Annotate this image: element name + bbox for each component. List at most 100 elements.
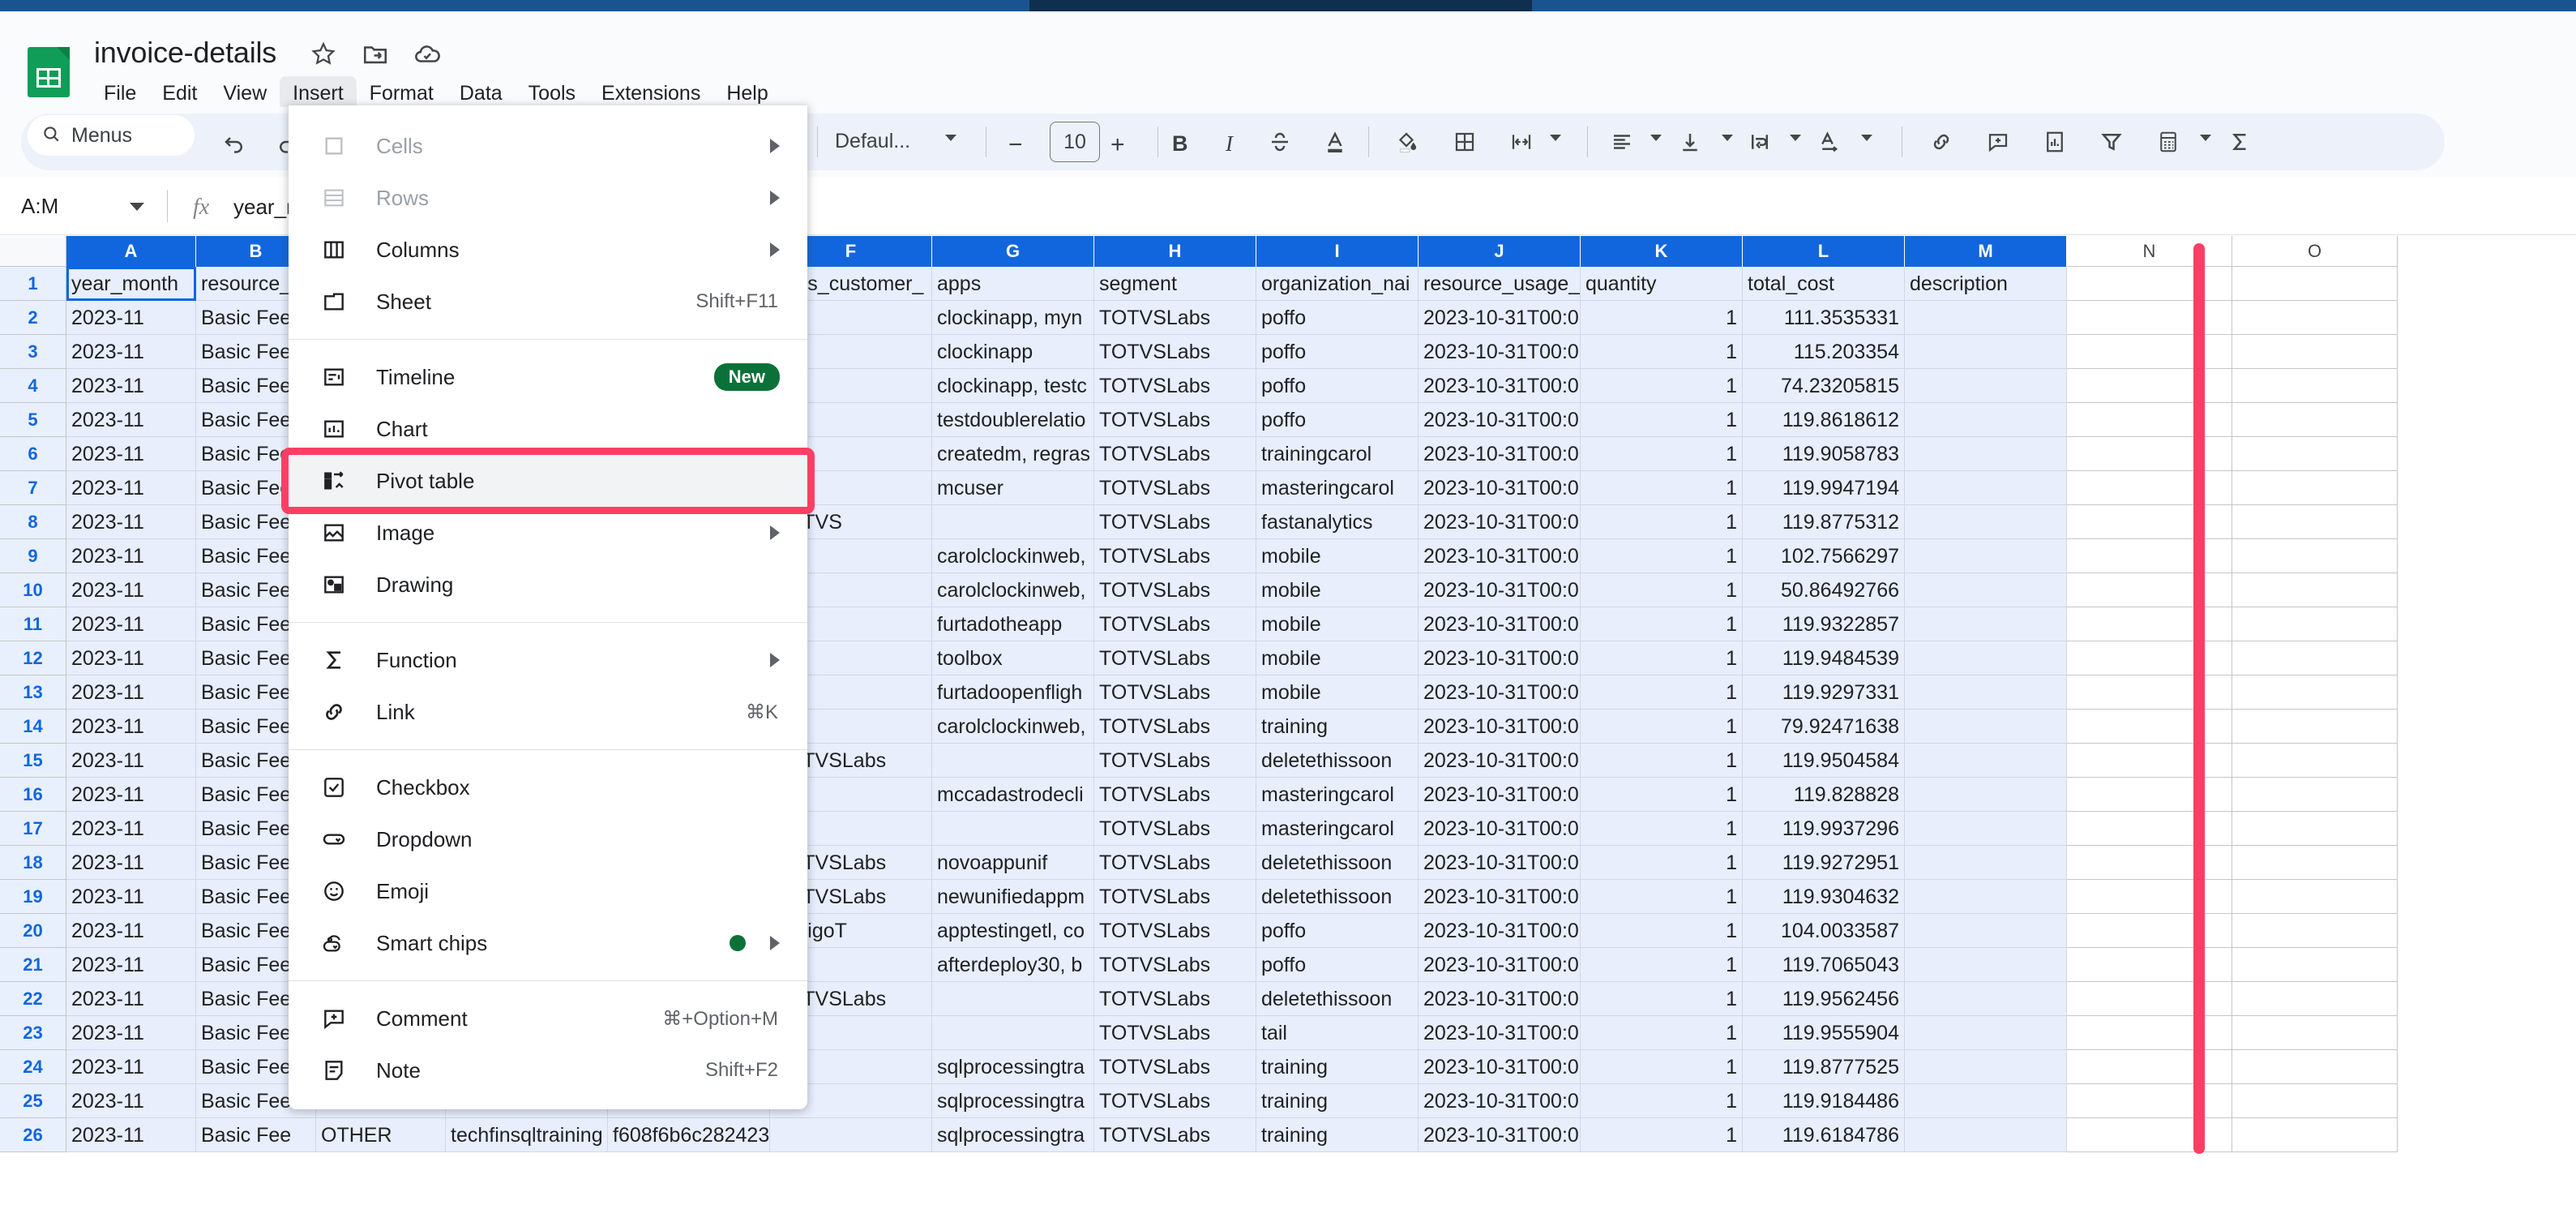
- cell-j23[interactable]: 2023-10-31T00:0: [1419, 1016, 1581, 1050]
- cell-k4[interactable]: 1: [1581, 369, 1743, 403]
- cell-m17[interactable]: [1905, 812, 2067, 846]
- row-header[interactable]: 6: [0, 437, 66, 471]
- cell-j18[interactable]: 2023-10-31T00:0: [1419, 846, 1581, 880]
- cell-k1[interactable]: quantity: [1581, 267, 1743, 301]
- cell-k20[interactable]: 1: [1581, 914, 1743, 948]
- cell-a20[interactable]: 2023-11: [66, 914, 196, 948]
- cell-m16[interactable]: [1905, 778, 2067, 812]
- wrap-chevron-down-icon[interactable]: [1790, 135, 1801, 141]
- menu-item-smart-chips[interactable]: Smart chips: [289, 917, 807, 969]
- cell-j5[interactable]: 2023-10-31T00:0: [1419, 403, 1581, 437]
- column-header-g[interactable]: G: [932, 236, 1094, 267]
- cell-l24[interactable]: 119.8777525: [1743, 1050, 1905, 1084]
- cell-g4[interactable]: clockinapp, testc: [932, 369, 1094, 403]
- cell-a22[interactable]: 2023-11: [66, 982, 196, 1016]
- row-header[interactable]: 12: [0, 641, 66, 675]
- cell-i11[interactable]: mobile: [1256, 607, 1419, 641]
- cell-n25[interactable]: [2067, 1084, 2232, 1118]
- column-header-n[interactable]: N: [2067, 236, 2232, 267]
- cell-l5[interactable]: 119.8618612: [1743, 403, 1905, 437]
- cell-n14[interactable]: [2067, 710, 2232, 744]
- star-icon[interactable]: [310, 41, 337, 68]
- cell-o20[interactable]: [2232, 914, 2398, 948]
- cell-h22[interactable]: TOTVSLabs: [1094, 982, 1256, 1016]
- cell-l6[interactable]: 119.9058783: [1743, 437, 1905, 471]
- cell-h19[interactable]: TOTVSLabs: [1094, 880, 1256, 914]
- cell-a23[interactable]: 2023-11: [66, 1016, 196, 1050]
- cell-j14[interactable]: 2023-10-31T00:0: [1419, 710, 1581, 744]
- cell-h12[interactable]: TOTVSLabs: [1094, 641, 1256, 675]
- cell-j3[interactable]: 2023-10-31T00:0: [1419, 335, 1581, 369]
- row-header[interactable]: 13: [0, 675, 66, 710]
- cell-f26[interactable]: [770, 1118, 932, 1152]
- cell-k10[interactable]: 1: [1581, 573, 1743, 607]
- cell-g22[interactable]: [932, 982, 1094, 1016]
- row-header[interactable]: 9: [0, 539, 66, 573]
- create-filter-icon[interactable]: [2093, 123, 2130, 161]
- cell-i7[interactable]: masteringcarol: [1256, 471, 1419, 505]
- cell-h15[interactable]: TOTVSLabs: [1094, 744, 1256, 778]
- cell-l3[interactable]: 115.203354: [1743, 335, 1905, 369]
- cell-h20[interactable]: TOTVSLabs: [1094, 914, 1256, 948]
- insert-link-icon[interactable]: [1923, 123, 1960, 161]
- cell-k18[interactable]: 1: [1581, 846, 1743, 880]
- name-box[interactable]: A:M: [21, 188, 151, 224]
- row-header[interactable]: 20: [0, 914, 66, 948]
- decrease-font-size-button[interactable]: −: [1008, 131, 1023, 159]
- cell-m5[interactable]: [1905, 403, 2067, 437]
- cell-j20[interactable]: 2023-10-31T00:0: [1419, 914, 1581, 948]
- insert-comment-icon[interactable]: [1979, 123, 2017, 161]
- column-header-a[interactable]: A: [66, 236, 196, 267]
- cell-g14[interactable]: carolclockinweb,: [932, 710, 1094, 744]
- cell-k11[interactable]: 1: [1581, 607, 1743, 641]
- row-header[interactable]: 14: [0, 710, 66, 744]
- row-header[interactable]: 11: [0, 607, 66, 641]
- cell-o1[interactable]: [2232, 267, 2398, 301]
- cell-g12[interactable]: toolbox: [932, 641, 1094, 675]
- cell-j24[interactable]: 2023-10-31T00:0: [1419, 1050, 1581, 1084]
- search-menus-input[interactable]: Menus: [28, 115, 195, 156]
- cell-h26[interactable]: TOTVSLabs: [1094, 1118, 1256, 1152]
- cell-a15[interactable]: 2023-11: [66, 744, 196, 778]
- cell-g20[interactable]: apptestingetl, co: [932, 914, 1094, 948]
- row-header[interactable]: 19: [0, 880, 66, 914]
- cell-i5[interactable]: poffo: [1256, 403, 1419, 437]
- cell-g21[interactable]: afterdeploy30, b: [932, 948, 1094, 982]
- row-header[interactable]: 3: [0, 335, 66, 369]
- cell-g15[interactable]: [932, 744, 1094, 778]
- italic-button[interactable]: I: [1226, 131, 1233, 157]
- cell-g8[interactable]: [932, 505, 1094, 539]
- cell-k15[interactable]: 1: [1581, 744, 1743, 778]
- table-row[interactable]: 26 2023-11 Basic Fee OTHER techfinsqltrainin…: [0, 1118, 2398, 1152]
- menu-item-link[interactable]: Link ⌘K: [289, 686, 807, 738]
- cell-i3[interactable]: poffo: [1256, 335, 1419, 369]
- cell-m26[interactable]: [1905, 1118, 2067, 1152]
- cell-a11[interactable]: 2023-11: [66, 607, 196, 641]
- cell-j1[interactable]: resource_usage_: [1419, 267, 1581, 301]
- row-header[interactable]: 5: [0, 403, 66, 437]
- cell-k26[interactable]: 1: [1581, 1118, 1743, 1152]
- cell-l10[interactable]: 50.86492766: [1743, 573, 1905, 607]
- row-header[interactable]: 10: [0, 573, 66, 607]
- cell-j13[interactable]: 2023-10-31T00:0: [1419, 675, 1581, 710]
- cell-g9[interactable]: carolclockinweb,: [932, 539, 1094, 573]
- cell-a7[interactable]: 2023-11: [66, 471, 196, 505]
- row-header[interactable]: 1: [0, 267, 66, 301]
- document-title[interactable]: invoice-details: [94, 36, 276, 70]
- cell-a25[interactable]: 2023-11: [66, 1084, 196, 1118]
- cell-k23[interactable]: 1: [1581, 1016, 1743, 1050]
- functions-icon[interactable]: [2150, 123, 2187, 161]
- cell-k16[interactable]: 1: [1581, 778, 1743, 812]
- cell-o22[interactable]: [2232, 982, 2398, 1016]
- cell-a6[interactable]: 2023-11: [66, 437, 196, 471]
- cell-k24[interactable]: 1: [1581, 1050, 1743, 1084]
- cell-g3[interactable]: clockinapp: [932, 335, 1094, 369]
- menu-item-sheet[interactable]: Sheet Shift+F11: [289, 276, 807, 328]
- cell-n9[interactable]: [2067, 539, 2232, 573]
- cell-i1[interactable]: organization_nai: [1256, 267, 1419, 301]
- strikethrough-icon[interactable]: [1261, 123, 1299, 161]
- increase-font-size-button[interactable]: +: [1110, 131, 1125, 159]
- valign-chevron-down-icon[interactable]: [1722, 135, 1733, 141]
- cell-g5[interactable]: testdoublerelatio: [932, 403, 1094, 437]
- cell-j12[interactable]: 2023-10-31T00:0: [1419, 641, 1581, 675]
